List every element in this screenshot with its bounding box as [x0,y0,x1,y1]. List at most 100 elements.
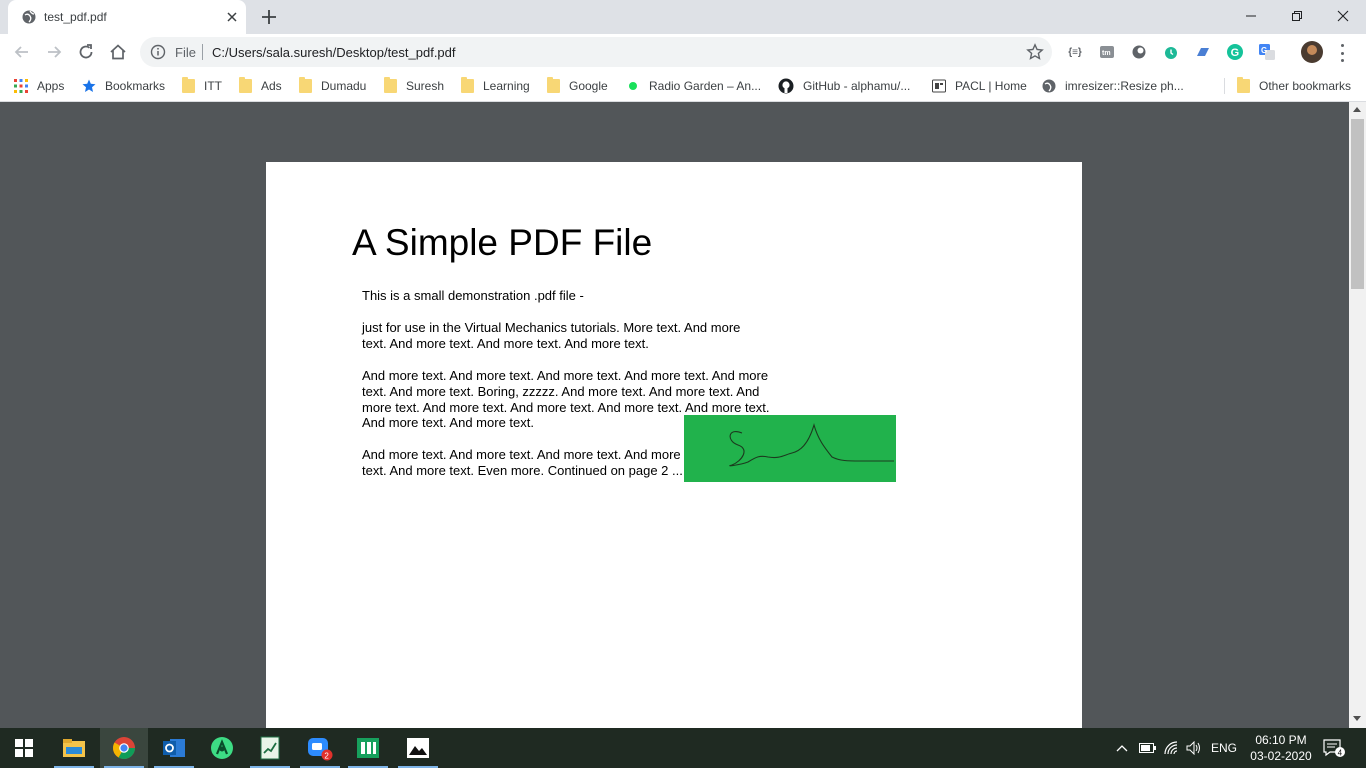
bookmark-folder-ads[interactable]: Ads [239,76,282,96]
address-bar[interactable]: File C:/Users/sala.suresh/Desktop/test_p… [140,37,1052,67]
browser-menu-button[interactable] [1338,44,1346,62]
profile-avatar[interactable] [1301,41,1323,63]
bookmark-bookmarks[interactable]: Bookmarks [82,76,165,96]
radio-garden-icon [629,82,637,90]
folder-icon [182,77,195,93]
apps-grid-icon [14,79,28,93]
alarm-extension-glyph [1165,47,1177,59]
bookmark-folder-learning[interactable]: Learning [461,76,530,96]
chrome-icon [113,737,135,759]
bookmark-star-icon[interactable] [1026,43,1044,61]
alarm-extension-icon[interactable] [1162,43,1180,61]
folder-icon [239,77,252,93]
info-icon[interactable] [150,44,166,60]
pdf-paragraph: This is a small demonstration .pdf file … [362,288,584,303]
android-studio-icon [211,737,233,759]
bookmark-label: Dumadu [321,79,367,93]
bookmark-folder-dumadu[interactable]: Dumadu [299,76,366,96]
taskbar-app[interactable] [344,728,392,768]
scrollbar-thumb[interactable] [1351,119,1364,289]
circle-extension-icon[interactable] [1130,43,1148,61]
minimize-icon [1246,15,1256,17]
grammarly-extension-icon[interactable]: G [1226,43,1244,61]
circle-extension-glyph [1132,45,1146,59]
pdf-viewer: A Simple PDF File This is a small demons… [0,102,1366,728]
bookmark-folder-itt[interactable]: ITT [182,76,222,96]
bookmark-radio-garden[interactable]: Radio Garden – An... [626,76,761,96]
taskbar-app[interactable] [100,728,148,768]
battery-status[interactable] [1138,739,1156,757]
new-tab-icon[interactable] [260,8,278,26]
viewer-scrollbar[interactable] [1349,102,1366,728]
bookmark-label: imresizer::Resize ph... [1065,79,1184,93]
close-window-button[interactable] [1320,0,1366,32]
bookmark-label: GitHub - alphamu/... [803,79,911,93]
action-center-button[interactable]: 4 [1322,739,1346,757]
taskbar-app[interactable] [150,728,198,768]
restore-button[interactable] [1274,0,1320,32]
taskbar-app[interactable] [50,728,98,768]
folder-icon [299,77,312,93]
scroll-up-icon[interactable] [1353,107,1361,112]
excel-icon [260,736,280,760]
close-icon [1337,10,1349,22]
close-tab-icon[interactable] [224,9,240,25]
chat-app-icon: 2 [308,738,333,761]
bookmark-label: Google [569,79,608,93]
volume-control[interactable] [1185,739,1203,757]
clock-time: 06:10 PM [1255,733,1307,747]
start-button[interactable] [0,728,48,768]
bookmark-label: Other bookmarks [1259,79,1352,93]
restore-icon [1292,11,1302,21]
url-separator [202,44,203,60]
bookmark-label: Bookmarks [105,79,166,93]
battery-icon [1138,743,1156,753]
bookmark-other-bookmarks[interactable]: Other bookmarks [1237,76,1351,96]
star-icon [82,79,96,92]
tm-extension-glyph: tm [1100,46,1114,58]
folder-icon [1237,77,1250,93]
taskbar-app[interactable]: 2 [296,728,344,768]
bookmark-imresizer[interactable]: imresizer::Resize ph... [1042,76,1184,96]
url-text[interactable]: C:/Users/sala.suresh/Desktop/test_pdf.pd… [212,45,456,60]
bookmark-label: PACL | Home [955,79,1027,93]
bookmark-label: Ads [261,79,282,93]
minimize-button[interactable] [1228,0,1274,32]
bookmark-folder-suresh[interactable]: Suresh [384,76,444,96]
show-hidden-icons-button[interactable] [1114,739,1130,757]
bookmarks-separator [1224,78,1225,94]
drive-extension-icon[interactable] [1194,43,1212,61]
photos-icon [407,738,429,758]
signature-overlay[interactable] [684,415,896,482]
bookmark-apps[interactable]: Apps [14,76,64,96]
clock-date: 03-02-2020 [1250,749,1312,763]
browser-toolbar: File C:/Users/sala.suresh/Desktop/test_p… [0,34,1366,70]
notification-count: 4 [1338,748,1343,757]
tab-test-pdf[interactable]: test_pdf.pdf [8,0,246,34]
wifi-icon [1164,741,1178,755]
bookmark-github[interactable]: GitHub - alphamu/... [778,76,910,96]
reload-button[interactable] [74,40,98,64]
bookmark-label: Suresh [406,79,445,93]
taskbar-app[interactable] [246,728,294,768]
tm-extension-icon[interactable]: tm [1098,43,1116,61]
home-button[interactable] [106,40,130,64]
taskbar-app[interactable] [198,728,246,768]
forward-button[interactable] [42,40,66,64]
back-button[interactable] [10,40,34,64]
translate-extension-icon[interactable]: G [1258,43,1276,61]
system-clock[interactable]: 06:10 PM 03-02-2020 [1244,732,1318,764]
signature-scribble [729,423,894,467]
globe-icon [1042,79,1056,93]
network-status[interactable] [1162,739,1180,757]
scroll-down-icon[interactable] [1353,716,1361,721]
svg-text:G: G [1231,47,1240,59]
bookmark-pacl[interactable]: PACL | Home [932,76,1027,96]
bookmark-folder-google[interactable]: Google [547,76,608,96]
json-extension-icon[interactable]: {≡} [1066,43,1084,61]
translate-glyph: G [1259,44,1275,60]
input-language[interactable]: ENG [1208,739,1240,757]
bookmarks-bar: Apps Bookmarks ITT Ads Dumadu Suresh Lea… [0,70,1366,102]
taskbar-app[interactable] [394,728,442,768]
bookmark-label: Radio Garden – An... [649,79,762,93]
